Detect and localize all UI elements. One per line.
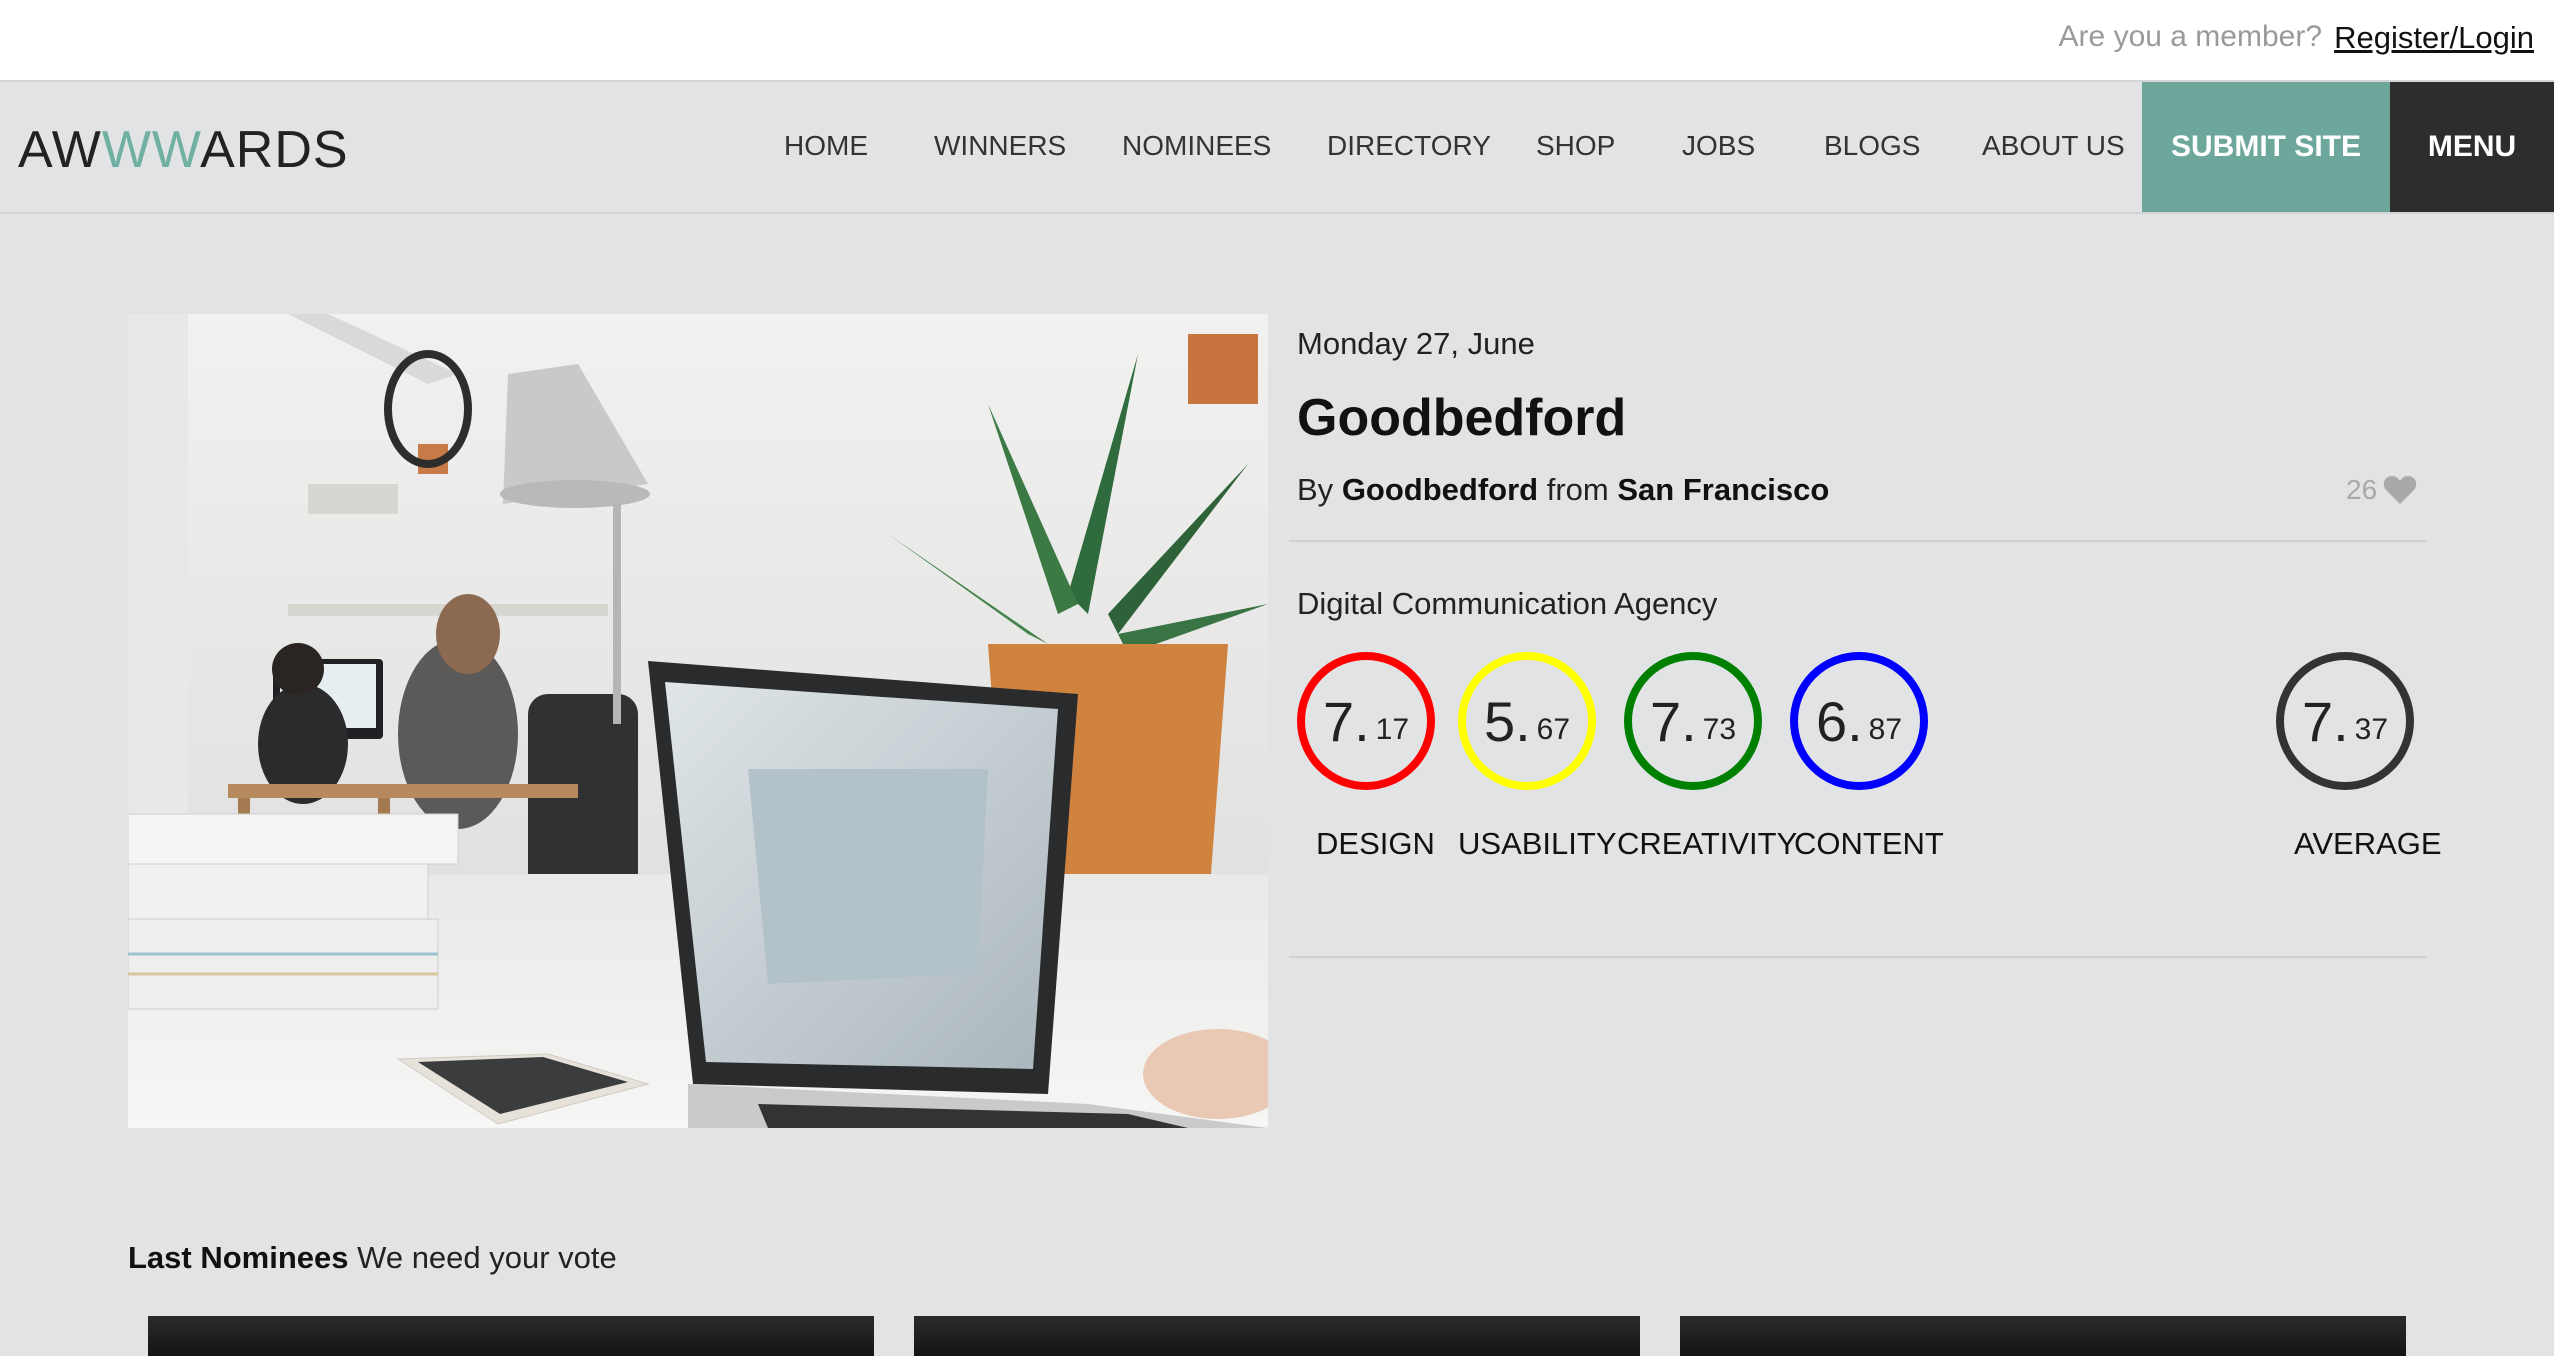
usability-label: USABILITY bbox=[1458, 826, 1617, 861]
office-photo bbox=[128, 314, 1268, 1128]
nav-nominees[interactable]: NOMINEES bbox=[1122, 130, 1271, 162]
logo-part-1: AW bbox=[18, 121, 102, 179]
nav-home[interactable]: HOME bbox=[784, 130, 868, 162]
score-decimal: 73 bbox=[1702, 713, 1737, 746]
score-integer: 7. bbox=[1322, 689, 1370, 753]
location-link[interactable]: San Francisco bbox=[1617, 472, 1829, 507]
logo-part-3: ARDS bbox=[200, 121, 349, 179]
average-label: AVERAGE bbox=[2294, 826, 2442, 861]
from-text: from bbox=[1546, 472, 1609, 507]
logo-part-2: WW bbox=[101, 121, 201, 179]
heart-icon[interactable] bbox=[2383, 475, 2417, 505]
like-count: 26 bbox=[2346, 474, 2378, 505]
member-prompt: Are you a member? bbox=[2058, 20, 2322, 53]
last-nominees-heading: Last Nominees We need your vote bbox=[128, 1240, 617, 1276]
byline: By Goodbedford from San Francisco bbox=[1297, 472, 1829, 508]
last-nominees-subtitle: We need your vote bbox=[357, 1240, 617, 1275]
score-decimal: 87 bbox=[1868, 713, 1903, 746]
nomination-date: Monday 27, June bbox=[1297, 326, 1535, 361]
nominee-thumbnail[interactable] bbox=[148, 1316, 874, 1356]
nav-jobs[interactable]: JOBS bbox=[1682, 130, 1755, 162]
creativity-label: CREATIVITY bbox=[1617, 826, 1798, 861]
nominee-thumbnail[interactable] bbox=[914, 1316, 1640, 1356]
creativity-score-circle: 7. 73 bbox=[1624, 652, 1762, 790]
score-decimal: 17 bbox=[1375, 713, 1410, 746]
score-decimal: 67 bbox=[1536, 713, 1571, 746]
top-bar: Are you a member? Register/Login bbox=[0, 0, 2554, 82]
nav-about-us[interactable]: ABOUT US bbox=[1982, 130, 2125, 162]
score-integer: 6. bbox=[1815, 689, 1863, 753]
design-label: DESIGN bbox=[1316, 826, 1435, 861]
register-login-link[interactable]: Register/Login bbox=[2334, 20, 2534, 56]
main-navbar: AWWWARDS HOME WINNERS NOMINEES DIRECTORY… bbox=[0, 82, 2554, 214]
site-screenshot-image[interactable] bbox=[128, 314, 1268, 1128]
nav-winners[interactable]: WINNERS bbox=[934, 130, 1066, 162]
nav-shop[interactable]: SHOP bbox=[1536, 130, 1615, 162]
site-title[interactable]: Goodbedford bbox=[1297, 388, 1626, 448]
menu-button[interactable]: MENU bbox=[2390, 82, 2554, 212]
site-category: Digital Communication Agency bbox=[1297, 586, 1718, 621]
design-score-circle: 7. 17 bbox=[1297, 652, 1435, 790]
awwwards-logo[interactable]: AWWWARDS bbox=[18, 120, 349, 180]
average-score-circle: 7. 37 bbox=[2276, 652, 2414, 790]
score-integer: 7. bbox=[1649, 689, 1697, 753]
content-label: CONTENT bbox=[1794, 826, 1944, 861]
usability-score-circle: 5. 67 bbox=[1458, 652, 1596, 790]
divider bbox=[1289, 956, 2427, 958]
nav-blogs[interactable]: BLOGS bbox=[1824, 130, 1920, 162]
nominee-thumbnail[interactable] bbox=[1680, 1316, 2406, 1356]
by-prefix: By bbox=[1297, 472, 1334, 507]
last-nominees-title: Last Nominees bbox=[128, 1240, 349, 1275]
nav-directory[interactable]: DIRECTORY bbox=[1327, 130, 1491, 162]
author-link[interactable]: Goodbedford bbox=[1342, 472, 1538, 507]
divider bbox=[1289, 540, 2427, 542]
score-integer: 5. bbox=[1483, 689, 1531, 753]
like-counter[interactable]: 26 bbox=[2346, 474, 2417, 506]
score-decimal: 37 bbox=[2354, 713, 2389, 746]
submit-site-button[interactable]: SUBMIT SITE bbox=[2142, 82, 2390, 212]
score-integer: 7. bbox=[2301, 689, 2349, 753]
content-score-circle: 6. 87 bbox=[1790, 652, 1928, 790]
